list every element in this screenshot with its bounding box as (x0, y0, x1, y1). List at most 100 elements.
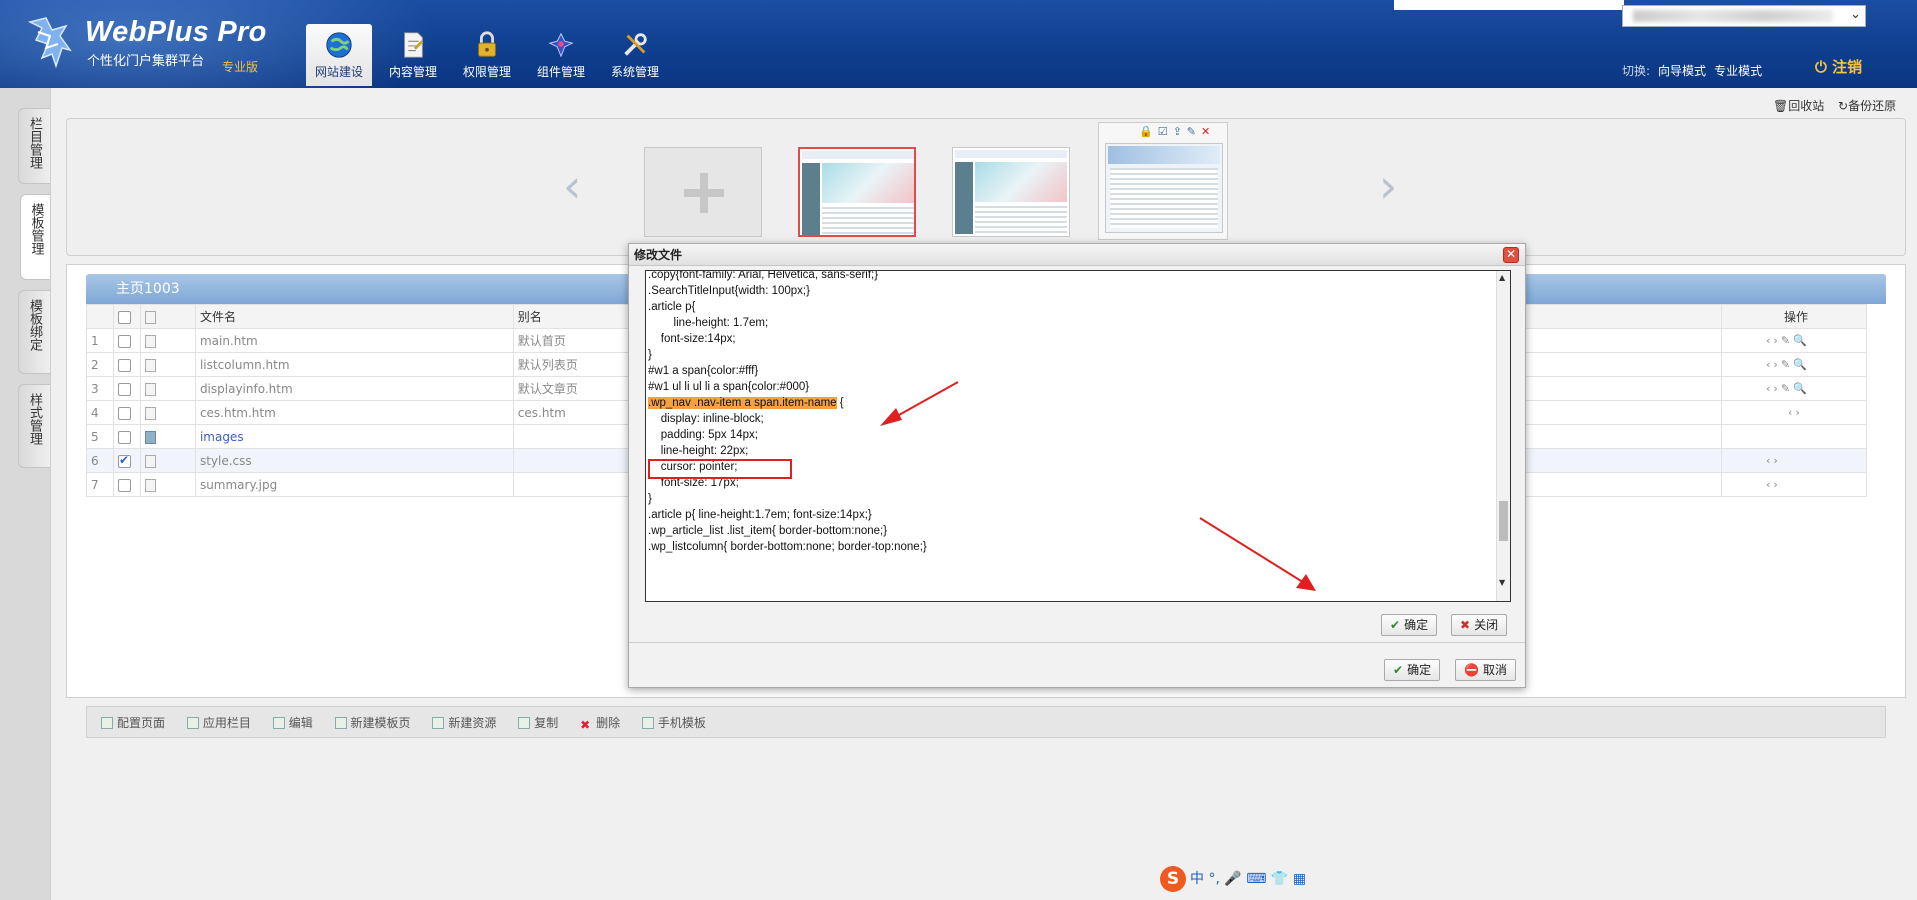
row-checkbox[interactable] (117, 406, 131, 420)
code-icon[interactable]: ‹› (1766, 382, 1781, 395)
search-icon[interactable]: 🔍 (1793, 358, 1810, 371)
row-checkbox-checked[interactable] (117, 453, 131, 468)
export-icon[interactable]: ⇪ (1173, 125, 1187, 138)
scroll-thumb[interactable] (1499, 501, 1508, 541)
search-icon[interactable]: 🔍 (1793, 334, 1810, 347)
nav-content[interactable]: 内容管理 (380, 24, 446, 86)
pro-mode-link[interactable]: 专业模式 (1714, 64, 1762, 78)
row-filename[interactable]: main.htm (194, 328, 514, 353)
code-icon[interactable]: ‹› (1766, 334, 1781, 347)
power-icon: ⏻ (1815, 58, 1827, 76)
row-number: 3 (86, 376, 114, 401)
logout-button[interactable]: ⏻ 注销 (1815, 56, 1862, 77)
carousel-next-icon[interactable]: › (1379, 159, 1397, 213)
nav-system[interactable]: 系统管理 (602, 24, 668, 86)
template-thumbnail-selected[interactable] (798, 147, 916, 237)
code-icon[interactable]: ‹› (1788, 406, 1803, 419)
col-check (112, 304, 141, 329)
close-icon[interactable]: ✕ (1201, 125, 1215, 138)
dialog-close-icon[interactable]: ✕ (1503, 247, 1519, 263)
nav-permissions[interactable]: 权限管理 (454, 24, 520, 86)
close-icon: ✖ (1460, 618, 1471, 632)
cancel-button[interactable]: ⛔ 取消 (1455, 659, 1516, 681)
pencil-icon[interactable]: ✎ (1187, 125, 1201, 138)
lock-icon[interactable]: 🔒 (1139, 125, 1158, 138)
new-template-button[interactable]: 新建模板页 (334, 716, 411, 730)
scroll-up-icon[interactable]: ▲ (1499, 273, 1505, 282)
editor-scrollbar[interactable]: ▲ ▼ (1496, 271, 1510, 601)
add-template-button[interactable] (644, 147, 762, 237)
backup-restore-link[interactable]: ↻备份还原 (1838, 97, 1896, 114)
folder-icon (144, 430, 156, 444)
code-text[interactable]: .copy{font-family: Arial, Helvetica, san… (648, 271, 927, 555)
row-checkbox[interactable] (117, 430, 131, 444)
confirm-button[interactable]: ✔ 确定 (1384, 659, 1441, 681)
edit-icon[interactable]: ✎ (1781, 382, 1793, 395)
row-checkbox[interactable] (117, 478, 131, 492)
col-filename: 文件名 (194, 304, 514, 329)
side-tab-binding[interactable]: 模板绑定 (18, 290, 50, 374)
selector-highlight: .wp_nav .nav-item a span.item-name (648, 397, 837, 409)
code-icon[interactable]: ‹› (1766, 454, 1781, 467)
row-checkbox-cell (112, 424, 141, 449)
apps-grid-icon[interactable]: ▦ (1293, 871, 1306, 887)
sogou-logo-icon[interactable]: S (1160, 866, 1186, 892)
top-input[interactable] (1394, 0, 1624, 10)
microphone-icon[interactable]: 🎤 (1224, 871, 1241, 887)
code-editor[interactable]: .copy{font-family: Arial, Helvetica, san… (645, 270, 1511, 602)
row-checkbox[interactable] (117, 382, 131, 396)
keyboard-icon[interactable]: ⌨ (1246, 871, 1266, 887)
guide-mode-link[interactable]: 向导模式 (1658, 64, 1706, 78)
row-checkbox[interactable] (117, 358, 131, 372)
edit-icon[interactable]: ✎ (1781, 334, 1793, 347)
copy-button[interactable]: 复制 (518, 716, 558, 730)
skin-icon[interactable]: 👕 (1271, 871, 1288, 887)
row-filename[interactable]: listcolumn.htm (194, 352, 514, 377)
row-filename[interactable]: ces.htm.htm (194, 400, 514, 425)
edit-icon[interactable]: ✎ (1781, 358, 1793, 371)
side-tab-columns[interactable]: 栏目管理 (18, 108, 50, 184)
nav-components[interactable]: 组件管理 (528, 24, 594, 86)
code-icon[interactable]: ‹› (1766, 358, 1781, 371)
new-resource-icon (432, 717, 445, 729)
ime-punct[interactable]: °, (1208, 871, 1219, 887)
row-filename[interactable]: displayinfo.htm (194, 376, 514, 401)
inner-close-button[interactable]: ✖ 关闭 (1451, 614, 1508, 636)
code-line: font-size:14px; (648, 333, 736, 345)
recycle-bin-link[interactable]: 🗑回收站 (1773, 97, 1824, 114)
carousel-prev-icon[interactable]: ‹ (563, 159, 581, 213)
ime-lang[interactable]: 中 (1190, 871, 1204, 887)
lock-icon (478, 31, 496, 57)
current-template-card[interactable]: 🔒☑⇪✎✕ (1098, 122, 1228, 240)
delete-icon: ✖ (580, 718, 591, 732)
nav-site-build[interactable]: 网站建设 (306, 24, 372, 86)
check-icon[interactable]: ☑ (1158, 125, 1173, 138)
row-filename[interactable]: style.css (194, 448, 514, 473)
search-icon[interactable]: 🔍 (1793, 382, 1810, 395)
check-icon: ✔ (1393, 663, 1404, 677)
edit-button[interactable]: 编辑 (272, 716, 313, 730)
row-checkbox-cell (112, 376, 141, 401)
code-icon[interactable]: ‹› (1766, 478, 1781, 491)
scroll-down-icon[interactable]: ▼ (1499, 578, 1505, 587)
nav-label: 组件管理 (536, 65, 585, 79)
row-ops: ‹› (1721, 448, 1867, 473)
file-icon (144, 310, 156, 324)
thumb-banner (822, 163, 914, 203)
mobile-template-button[interactable]: 手机模板 (641, 716, 706, 730)
row-filename[interactable]: summary.jpg (194, 472, 514, 497)
select-all-checkbox[interactable] (117, 310, 131, 324)
inner-confirm-button[interactable]: ✔ 确定 (1381, 614, 1438, 636)
template-thumbnail[interactable] (952, 147, 1070, 237)
side-tab-templates[interactable]: 模板管理 (20, 194, 51, 280)
row-checkbox[interactable] (117, 334, 131, 348)
row-checkbox-cell (112, 472, 141, 497)
apply-column-button[interactable]: 应用栏目 (186, 716, 251, 730)
delete-button[interactable]: ✖ 删除 (580, 716, 620, 732)
file-icon (144, 358, 156, 372)
row-filename[interactable]: images (194, 424, 514, 449)
new-resource-button[interactable]: 新建资源 (432, 716, 496, 730)
config-page-button[interactable]: 配置页面 (101, 716, 165, 730)
side-tab-styles[interactable]: 样式管理 (18, 384, 50, 468)
site-select[interactable]: ⌄ (1622, 5, 1866, 27)
